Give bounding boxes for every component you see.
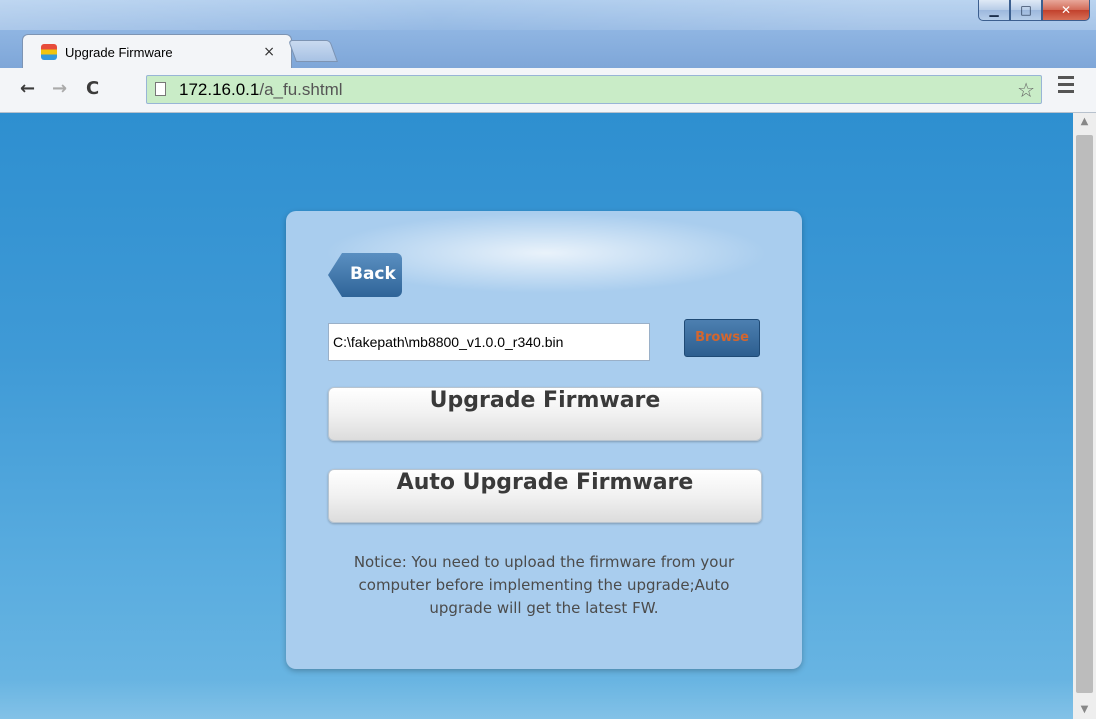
browser-tab[interactable]: Upgrade Firmware × bbox=[22, 34, 292, 69]
favicon-icon bbox=[41, 44, 57, 60]
firmware-file-input[interactable]: C:\fakepath\mb8800_v1.0.0_r340.bin bbox=[328, 323, 650, 361]
tab-title: Upgrade Firmware bbox=[65, 44, 173, 60]
close-icon: ✕ bbox=[1060, 3, 1072, 17]
window-titlebar: ▁ □ ✕ Upgrade Firmware × bbox=[0, 0, 1096, 69]
page-viewport: Back C:\fakepath\mb8800_v1.0.0_r340.bin … bbox=[0, 113, 1073, 719]
chrome-menu-icon[interactable] bbox=[1058, 76, 1074, 97]
upgrade-firmware-button[interactable]: Upgrade Firmware bbox=[328, 387, 762, 441]
browse-button[interactable]: Browse bbox=[684, 319, 760, 357]
url-host: 172.16.0.1 bbox=[179, 80, 260, 99]
close-window-button[interactable]: ✕ bbox=[1042, 0, 1090, 21]
scroll-up-arrow-icon[interactable]: ▲ bbox=[1073, 113, 1096, 131]
auto-upgrade-firmware-button[interactable]: Auto Upgrade Firmware bbox=[328, 469, 762, 523]
minimize-icon: ▁ bbox=[989, 3, 999, 17]
back-button-label: Back bbox=[350, 264, 396, 284]
browser-toolbar: ← → C 172.16.0.1/a_fu.shtml ☆ bbox=[0, 68, 1096, 113]
vertical-scrollbar[interactable]: ▲ ▼ bbox=[1073, 113, 1096, 719]
back-nav-button[interactable]: ← bbox=[20, 78, 35, 99]
address-bar[interactable]: 172.16.0.1/a_fu.shtml ☆ bbox=[146, 75, 1042, 104]
scroll-down-arrow-icon[interactable]: ▼ bbox=[1073, 701, 1096, 719]
url-path: /a_fu.shtml bbox=[259, 80, 343, 99]
maximize-button[interactable]: □ bbox=[1010, 0, 1042, 21]
bookmark-star-icon[interactable]: ☆ bbox=[1017, 78, 1035, 102]
tab-close-button[interactable]: × bbox=[263, 44, 275, 60]
minimize-button[interactable]: ▁ bbox=[978, 0, 1010, 21]
maximize-icon: □ bbox=[1020, 3, 1032, 17]
forward-nav-button[interactable]: → bbox=[52, 78, 67, 99]
new-tab-button[interactable] bbox=[287, 40, 339, 62]
scroll-thumb[interactable] bbox=[1076, 135, 1093, 693]
window-controls: ▁ □ ✕ bbox=[978, 0, 1090, 22]
url-text: 172.16.0.1/a_fu.shtml bbox=[179, 80, 343, 100]
back-button[interactable]: Back bbox=[328, 253, 402, 297]
reload-button[interactable]: C bbox=[86, 78, 99, 99]
firmware-card: Back C:\fakepath\mb8800_v1.0.0_r340.bin … bbox=[286, 211, 802, 669]
page-icon bbox=[155, 82, 166, 96]
notice-text: Notice: You need to upload the firmware … bbox=[353, 553, 735, 617]
